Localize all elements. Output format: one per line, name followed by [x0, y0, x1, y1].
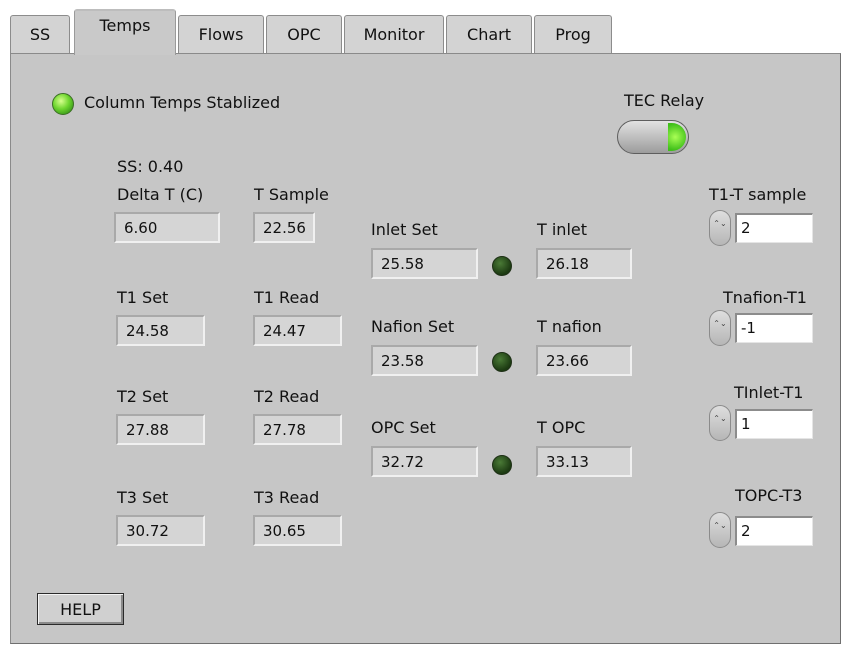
t1-set-label: T1 Set [117, 288, 169, 307]
tnafion-t1-spinner[interactable]: ⌃⌄ [709, 310, 731, 346]
opc-led [492, 455, 512, 475]
tnafion-t1-input[interactable]: -1 [735, 313, 813, 343]
t3-set-label: T3 Set [117, 488, 169, 507]
t1-t-sample-label: T1-T sample [709, 185, 807, 204]
tab-prog-label: Prog [555, 25, 591, 44]
t-sample-label: T Sample [254, 185, 329, 204]
inlet-set-label: Inlet Set [371, 220, 438, 239]
nafion-set-label: Nafion Set [371, 317, 455, 336]
tab-ss-label: SS [29, 25, 51, 44]
topc-t3-spinner[interactable]: ⌃⌄ [709, 512, 731, 548]
spinner-arrows-icon: ⌃⌄ [713, 521, 727, 530]
t2-read-indicator: 27.78 [253, 414, 342, 445]
ss-value: SS: 0.40 [117, 157, 184, 176]
tec-relay-switch[interactable] [617, 120, 689, 154]
tab-temps[interactable]: Temps [74, 9, 176, 55]
tab-monitor-label: Monitor [363, 25, 425, 44]
tab-monitor[interactable]: Monitor [344, 15, 444, 53]
tab-prog[interactable]: Prog [534, 15, 612, 53]
t1-read-label: T1 Read [254, 288, 320, 307]
t-inlet-indicator: 26.18 [536, 248, 632, 279]
t3-read-indicator: 30.65 [253, 515, 342, 546]
inlet-led [492, 256, 512, 276]
nafion-set-indicator: 23.58 [371, 345, 478, 376]
t-inlet-label: T inlet [537, 220, 588, 239]
t2-read-label: T2 Read [254, 387, 320, 406]
t3-read-label: T3 Read [254, 488, 320, 507]
topc-t3-input[interactable]: 2 [735, 516, 813, 546]
tab-temps-label: Temps [99, 15, 151, 35]
inlet-set-indicator: 25.58 [371, 248, 478, 279]
tinlet-t1-label: TInlet-T1 [734, 383, 804, 402]
column-temps-led [52, 93, 74, 115]
t2-set-label: T2 Set [117, 387, 169, 406]
t-nafion-indicator: 23.66 [536, 345, 632, 376]
tab-ss[interactable]: SS [10, 15, 70, 53]
tec-relay-label: TEC Relay [624, 91, 705, 110]
opc-set-label: OPC Set [371, 418, 436, 437]
t-opc-indicator: 33.13 [536, 446, 632, 477]
tab-flows[interactable]: Flows [178, 15, 264, 53]
delta-t-label: Delta T (C) [117, 185, 204, 204]
tnafion-t1-label: Tnafion-T1 [723, 288, 807, 307]
t-opc-label: T OPC [537, 418, 586, 437]
column-temps-label: Column Temps Stablized [84, 93, 281, 112]
tec-relay-lamp [668, 123, 686, 151]
t1-read-indicator: 24.47 [253, 315, 342, 346]
tab-flows-label: Flows [198, 25, 244, 44]
tab-opc[interactable]: OPC [266, 15, 342, 53]
t1-t-sample-input[interactable]: 2 [735, 213, 813, 243]
spinner-arrows-icon: ⌃⌄ [713, 219, 727, 228]
opc-set-indicator: 32.72 [371, 446, 478, 477]
spinner-arrows-icon: ⌃⌄ [713, 414, 727, 423]
t2-set-indicator: 27.88 [116, 414, 205, 445]
tinlet-t1-input[interactable]: 1 [735, 409, 813, 439]
tab-opc-label: OPC [287, 25, 321, 44]
tab-chart[interactable]: Chart [446, 15, 532, 53]
nafion-led [492, 352, 512, 372]
tinlet-t1-spinner[interactable]: ⌃⌄ [709, 405, 731, 441]
topc-t3-label: TOPC-T3 [735, 486, 803, 505]
t-nafion-label: T nafion [537, 317, 602, 336]
t-sample-indicator: 22.56 [253, 212, 315, 243]
t1-set-indicator: 24.58 [116, 315, 205, 346]
tab-chart-label: Chart [467, 25, 511, 44]
help-button[interactable]: HELP [37, 593, 124, 625]
t1-t-sample-spinner[interactable]: ⌃⌄ [709, 210, 731, 246]
spinner-arrows-icon: ⌃⌄ [713, 319, 727, 328]
t3-set-indicator: 30.72 [116, 515, 205, 546]
delta-t-indicator: 6.60 [114, 212, 220, 243]
help-button-label: HELP [60, 599, 101, 619]
